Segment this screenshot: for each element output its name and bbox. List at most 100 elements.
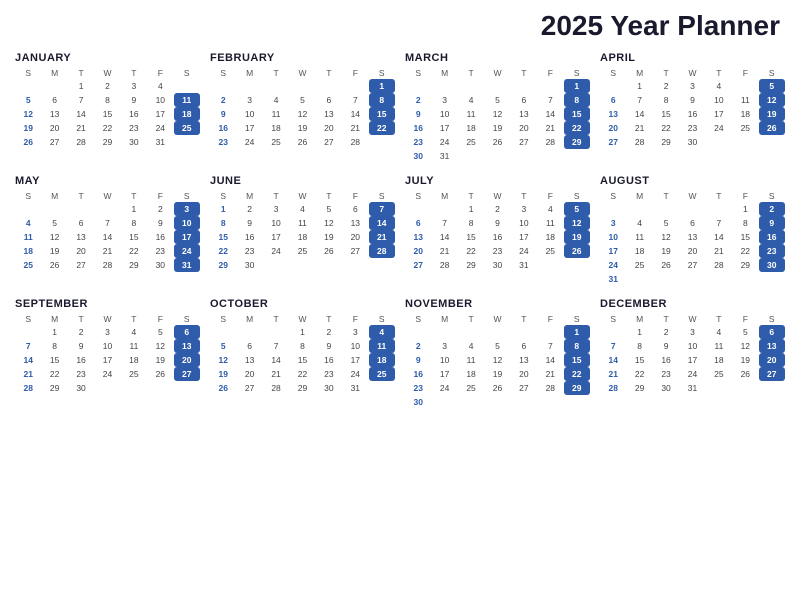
calendar-day: 7 [15, 339, 41, 353]
calendar-day: 28 [263, 381, 289, 395]
calendar-day [653, 202, 679, 216]
day-header: S [759, 313, 785, 325]
day-header: W [679, 67, 705, 79]
calendar-day: 22 [94, 121, 120, 135]
calendar-day: 20 [600, 121, 626, 135]
calendar-day: 11 [289, 216, 315, 230]
calendar-day: 23 [759, 244, 785, 258]
calendar-day: 26 [210, 381, 236, 395]
calendar-day: 14 [342, 107, 368, 121]
calendar-day: 6 [600, 93, 626, 107]
calendar-day: 21 [626, 121, 652, 135]
calendar-day: 16 [653, 353, 679, 367]
calendar-day: 13 [405, 230, 431, 244]
month-december: DECEMBERSMTWTFS1234567891011121314151617… [600, 298, 785, 409]
month-calendar: SMTWTFS123456789101112131415161718192021… [600, 190, 785, 286]
calendar-day: 17 [600, 244, 626, 258]
calendar-day: 30 [121, 135, 147, 149]
month-title: APRIL [600, 52, 785, 64]
calendar-day: 30 [653, 381, 679, 395]
calendar-day [431, 79, 457, 93]
calendar-day: 9 [405, 353, 431, 367]
calendar-day: 12 [210, 353, 236, 367]
calendar-day: 31 [511, 258, 537, 272]
calendar-day: 30 [679, 135, 705, 149]
calendar-day [537, 149, 563, 163]
month-calendar: SMTWTFS123456789101112131415161718192021… [405, 67, 590, 163]
calendar-day: 19 [15, 121, 41, 135]
calendar-day: 11 [626, 230, 652, 244]
calendar-day: 6 [511, 93, 537, 107]
month-august: AUGUSTSMTWTFS123456789101112131415161718… [600, 175, 785, 286]
calendar-day: 29 [626, 381, 652, 395]
calendar-day [174, 135, 200, 149]
calendar-day: 2 [94, 79, 120, 93]
calendar-day: 18 [263, 121, 289, 135]
calendar-day [458, 149, 484, 163]
calendar-day: 20 [759, 353, 785, 367]
calendar-day: 24 [94, 367, 120, 381]
calendar-day: 19 [41, 244, 67, 258]
calendar-day: 23 [210, 135, 236, 149]
calendar-day: 10 [174, 216, 200, 230]
calendar-day: 8 [732, 216, 758, 230]
calendar-day: 28 [626, 135, 652, 149]
month-april: APRILSMTWTFS1234567891011121314151617181… [600, 52, 785, 163]
calendar-day [511, 395, 537, 409]
calendar-day [121, 381, 147, 395]
calendar-day: 28 [369, 244, 395, 258]
calendar-day [759, 272, 785, 286]
calendar-day [484, 325, 510, 339]
calendar-day: 23 [316, 367, 342, 381]
calendar-day [431, 395, 457, 409]
calendar-day: 12 [564, 216, 590, 230]
day-header: M [431, 313, 457, 325]
calendar-day [484, 79, 510, 93]
calendar-day: 27 [600, 135, 626, 149]
calendar-day [759, 135, 785, 149]
calendar-day [653, 272, 679, 286]
calendar-day: 2 [653, 79, 679, 93]
calendar-day: 10 [147, 93, 173, 107]
day-header: F [147, 313, 173, 325]
day-header: S [759, 67, 785, 79]
calendar-day [511, 149, 537, 163]
day-header: T [121, 67, 147, 79]
calendar-day: 6 [759, 325, 785, 339]
calendar-day: 14 [626, 107, 652, 121]
calendar-day [458, 79, 484, 93]
calendar-day [431, 325, 457, 339]
day-header: M [431, 67, 457, 79]
calendar-day: 25 [15, 258, 41, 272]
month-june: JUNESMTWTFS12345678910111213141516171819… [210, 175, 395, 286]
calendar-day: 9 [68, 339, 94, 353]
calendar-day: 20 [342, 230, 368, 244]
calendar-day: 5 [759, 79, 785, 93]
day-header: T [316, 313, 342, 325]
calendar-day: 25 [706, 367, 732, 381]
day-header: M [626, 67, 652, 79]
calendar-day: 4 [537, 202, 563, 216]
calendar-day: 30 [236, 258, 262, 272]
calendar-day: 11 [706, 339, 732, 353]
calendar-day: 27 [405, 258, 431, 272]
calendar-day: 6 [41, 93, 67, 107]
day-header: W [94, 190, 120, 202]
calendar-day: 15 [732, 230, 758, 244]
calendar-day: 1 [41, 325, 67, 339]
calendar-day: 9 [679, 93, 705, 107]
day-header: T [511, 313, 537, 325]
calendar-day: 28 [537, 135, 563, 149]
calendar-day: 5 [316, 202, 342, 216]
calendar-day: 14 [15, 353, 41, 367]
calendar-day: 9 [484, 216, 510, 230]
calendar-day: 22 [564, 367, 590, 381]
calendar-day: 25 [732, 121, 758, 135]
calendar-day: 3 [431, 93, 457, 107]
calendar-day: 25 [289, 244, 315, 258]
calendar-day: 22 [458, 244, 484, 258]
day-header: T [653, 190, 679, 202]
calendar-day: 20 [405, 244, 431, 258]
calendar-day: 10 [511, 216, 537, 230]
calendar-day: 23 [68, 367, 94, 381]
